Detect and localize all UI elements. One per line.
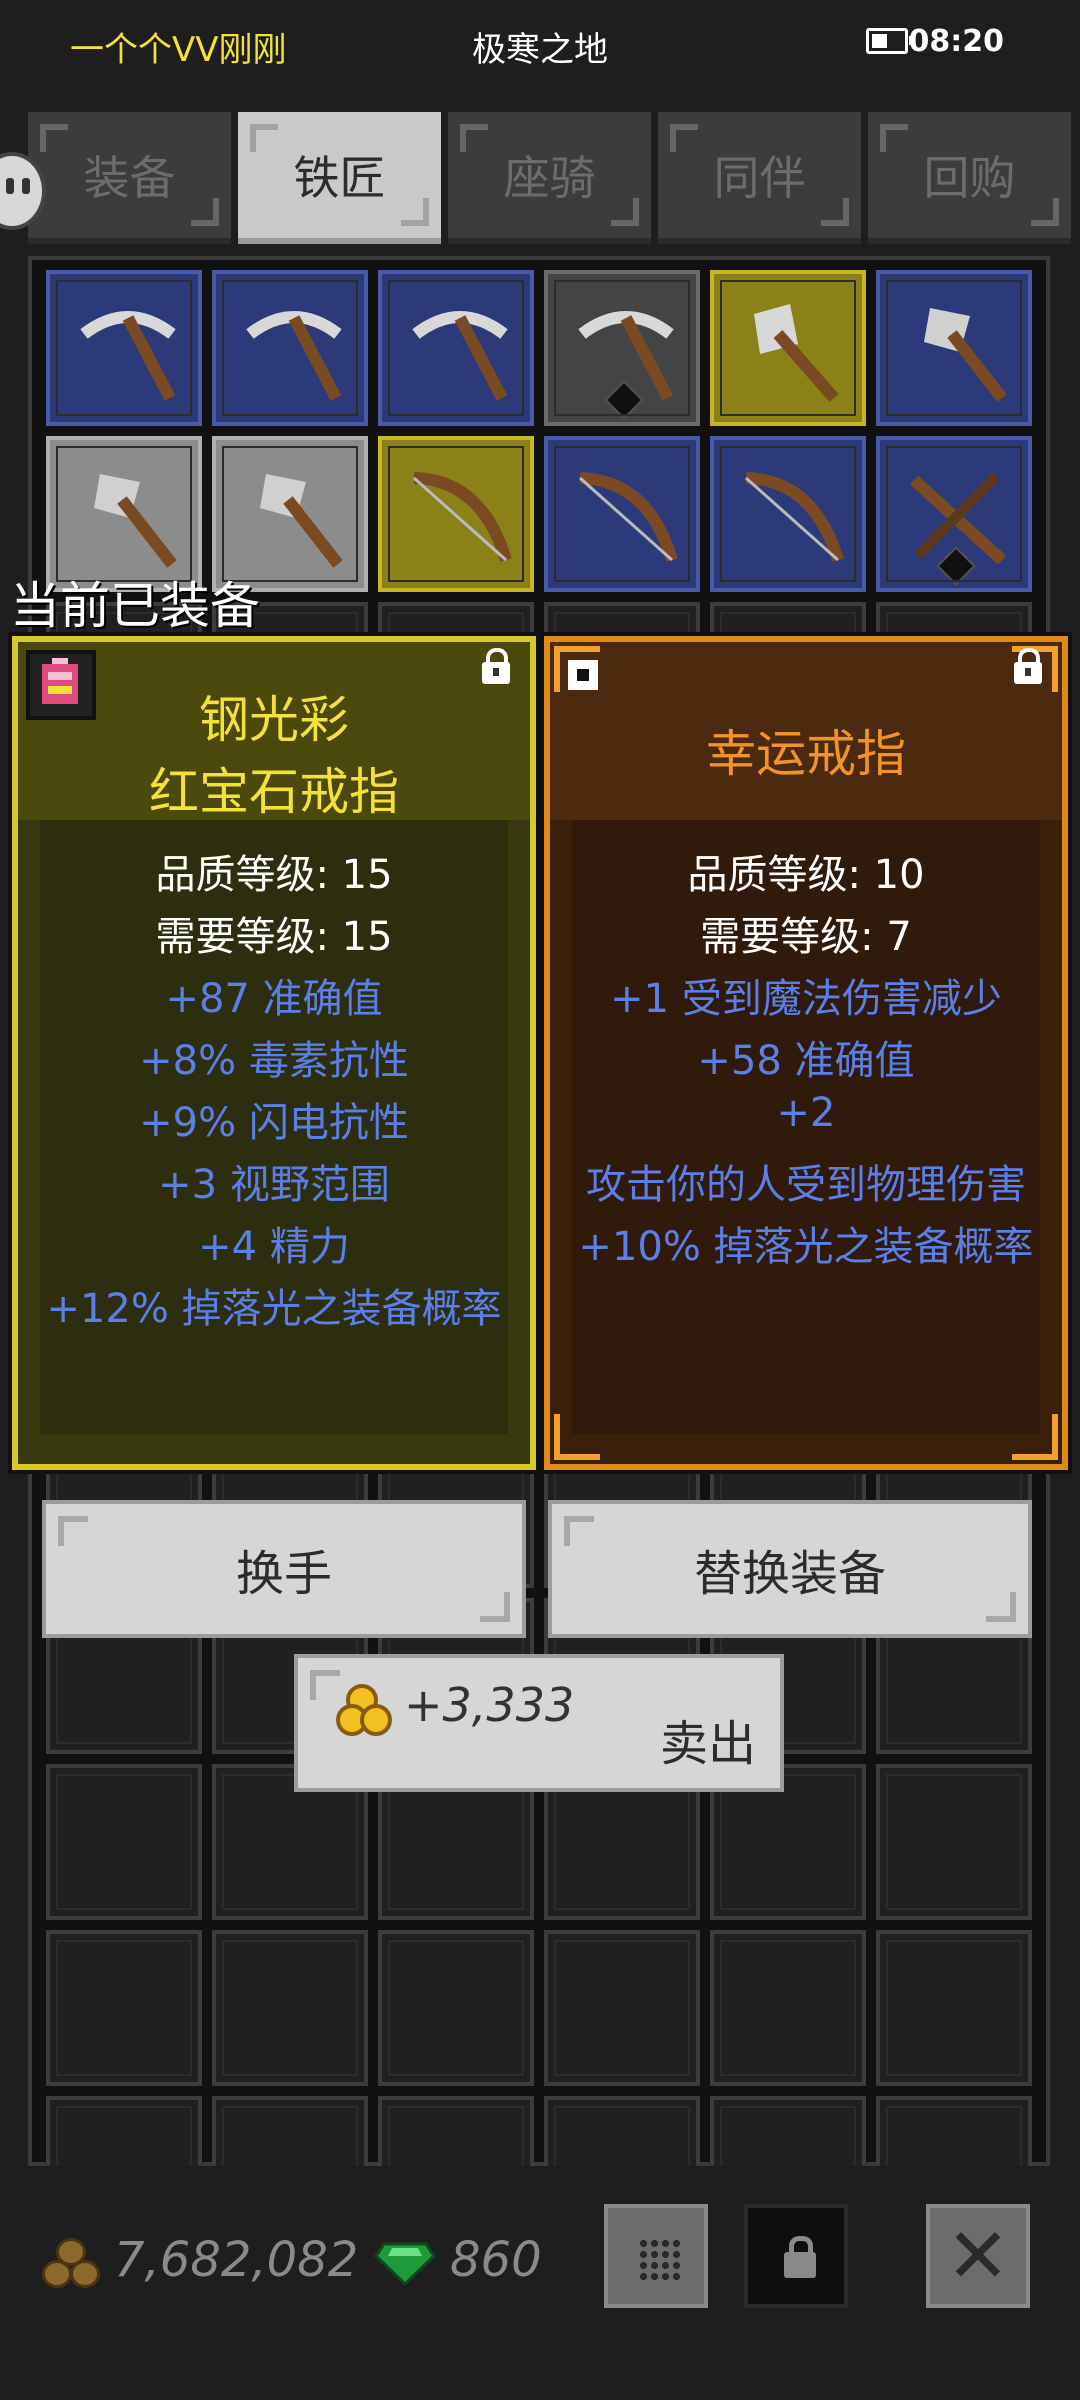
inventory-slot[interactable]	[710, 270, 866, 426]
item-card-equipped: 幸运戒指 品质等级: 10 需要等级: 7 +1 受到魔法伤害减少 +58 准确…	[540, 632, 1072, 1474]
gold-amount: 7,682,082	[114, 2232, 359, 2288]
lock-mode-button[interactable]	[744, 2204, 848, 2308]
bow-icon	[734, 460, 850, 576]
quality-level: 品质等级: 10	[687, 852, 925, 898]
stat-line: +87 准确值	[165, 976, 383, 1022]
bow-icon	[402, 460, 518, 576]
item-card-new: 钢光彩 红宝石戒指 品质等级: 15 需要等级: 15 +87 准确值 +8% …	[8, 632, 540, 1474]
empty-inventory-slot[interactable]	[876, 1930, 1032, 2086]
stat-line: +4 精力	[198, 1224, 350, 1270]
empty-inventory-slot[interactable]	[710, 2096, 866, 2166]
empty-inventory-slot[interactable]	[544, 1930, 700, 2086]
gold-icon	[40, 2236, 102, 2288]
stat-line: +10% 掉落光之装备概率	[578, 1224, 1034, 1270]
socket-icon	[604, 380, 644, 420]
sell-button[interactable]: +3,333 卖出	[294, 1654, 784, 1792]
button-label: 换手	[235, 1546, 332, 1602]
stat-line: +2	[776, 1090, 836, 1136]
required-level: 需要等级: 15	[155, 914, 393, 960]
inventory-slot[interactable]	[46, 270, 202, 426]
stat-line: 攻击你的人受到物理伤害	[586, 1162, 1026, 1208]
empty-inventory-slot[interactable]	[212, 2096, 368, 2166]
empty-inventory-slot[interactable]	[876, 1764, 1032, 1920]
inventory-slot[interactable]	[710, 436, 866, 592]
gold-coins-icon	[336, 1684, 396, 1736]
inventory-slot[interactable]	[544, 270, 700, 426]
grid-icon	[638, 2238, 682, 2282]
empty-inventory-slot[interactable]	[212, 1930, 368, 2086]
inventory-slot[interactable]	[378, 270, 534, 426]
button-label: 替换装备	[693, 1546, 886, 1602]
pickaxe-icon	[236, 294, 352, 410]
item-title: 幸运戒指	[706, 725, 906, 783]
inventory-slot[interactable]	[876, 436, 1032, 592]
axe-icon	[900, 294, 1016, 410]
inventory-slot[interactable]	[544, 436, 700, 592]
pickaxe-icon	[70, 294, 186, 410]
sell-price: +3,333	[404, 1678, 575, 1732]
bow-icon	[568, 460, 684, 576]
inventory-slot[interactable]	[378, 436, 534, 592]
required-level: 需要等级: 7	[700, 914, 912, 960]
close-icon: ✕	[946, 2211, 1010, 2300]
sell-label: 卖出	[659, 1716, 756, 1772]
inventory-slot[interactable]	[212, 270, 368, 426]
crossbow-icon	[900, 460, 1016, 576]
empty-inventory-slot[interactable]	[46, 1930, 202, 2086]
axe-icon	[236, 460, 352, 576]
lock-icon	[784, 2236, 816, 2278]
axe-icon	[70, 460, 186, 576]
double-axe-icon	[734, 294, 850, 410]
item-title-line2: 红宝石戒指	[149, 763, 399, 821]
gem-amount: 860	[450, 2232, 542, 2288]
inventory-slot[interactable]	[876, 270, 1032, 426]
empty-inventory-slot[interactable]	[544, 2096, 700, 2166]
rarity-marker-icon	[568, 660, 598, 690]
stat-line: +9% 闪电抗性	[139, 1100, 409, 1146]
quality-level: 品质等级: 15	[155, 852, 393, 898]
lock-icon[interactable]	[1014, 648, 1042, 684]
stat-line: +12% 掉落光之装备概率	[46, 1286, 502, 1332]
sort-grid-button[interactable]	[604, 2204, 708, 2308]
pickaxe-icon	[402, 294, 518, 410]
equipped-label: 当前已装备	[10, 577, 260, 635]
item-title-line1: 钢光彩	[199, 691, 349, 749]
empty-inventory-slot[interactable]	[46, 1764, 202, 1920]
empty-inventory-slot[interactable]	[710, 1930, 866, 2086]
close-button[interactable]: ✕	[926, 2204, 1030, 2308]
replace-equipment-button[interactable]: 替换装备	[548, 1500, 1032, 1638]
socket-icon	[936, 546, 976, 586]
swap-hand-button[interactable]: 换手	[42, 1500, 526, 1638]
stat-line: +8% 毒素抗性	[139, 1038, 409, 1084]
empty-inventory-slot[interactable]	[876, 2096, 1032, 2166]
empty-inventory-slot[interactable]	[378, 1930, 534, 2086]
empty-inventory-slot[interactable]	[46, 2096, 202, 2166]
empty-inventory-slot[interactable]	[378, 2096, 534, 2166]
stat-line: +3 视野范围	[158, 1162, 390, 1208]
emerald-icon	[374, 2236, 436, 2287]
pickaxe-icon	[568, 294, 684, 410]
stat-line: +58 准确值	[697, 1038, 915, 1084]
stat-line: +1 受到魔法伤害减少	[610, 976, 1002, 1022]
